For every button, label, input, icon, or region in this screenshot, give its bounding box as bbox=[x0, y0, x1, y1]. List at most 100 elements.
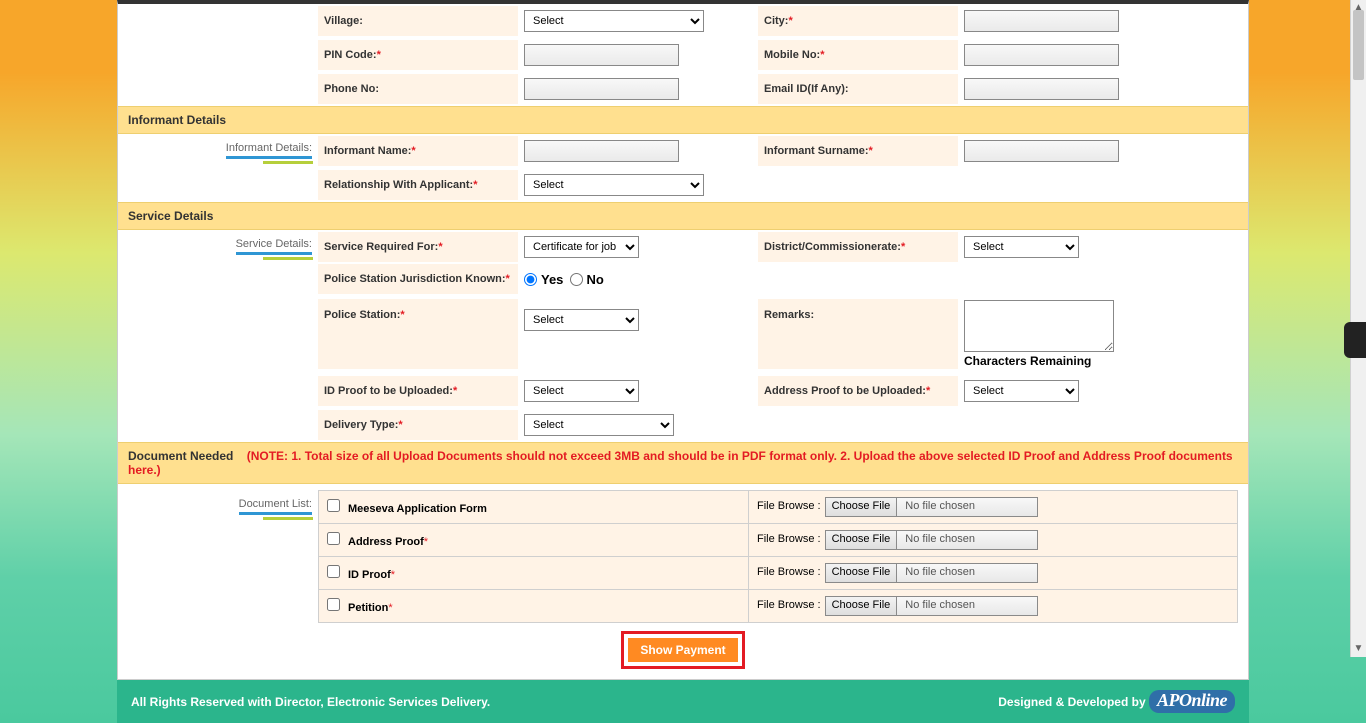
informant-block: Informant Details: Informant Name:* Info… bbox=[128, 134, 1238, 202]
relationship-select[interactable]: Select bbox=[524, 174, 704, 196]
doc-label: Meeseva Application Form bbox=[348, 503, 487, 515]
police-station-select[interactable]: Select bbox=[524, 309, 639, 331]
pin-label: PIN Code:* bbox=[318, 40, 518, 70]
jurisdiction-no-label: No bbox=[587, 272, 604, 287]
informant-name-input[interactable] bbox=[524, 140, 679, 162]
file-input[interactable]: Choose FileNo file chosen bbox=[825, 563, 1039, 583]
jurisdiction-radio-group: Yes No bbox=[518, 264, 758, 294]
doc-file-cell: File Browse : Choose FileNo file chosen bbox=[749, 491, 1238, 524]
address-block: Village: Select City:* PIN Code:* Mobile… bbox=[128, 4, 1238, 106]
mobile-label: Mobile No:* bbox=[758, 40, 958, 70]
file-browse-label: File Browse : bbox=[757, 533, 821, 545]
show-payment-highlight: Show Payment bbox=[621, 631, 744, 669]
doc-checkbox[interactable] bbox=[327, 499, 340, 512]
doc-label: Address Proof bbox=[348, 536, 424, 548]
email-label: Email ID(If Any): bbox=[758, 74, 958, 104]
informant-grid: Informant Name:* Informant Surname:* Rel… bbox=[318, 134, 1238, 202]
doc-label: Petition bbox=[348, 602, 388, 614]
addr-proof-select[interactable]: Select bbox=[964, 380, 1079, 402]
doc-label-cell: Petition* bbox=[319, 590, 749, 623]
document-side-label: Document List: bbox=[128, 490, 318, 623]
relationship-label: Relationship With Applicant:* bbox=[318, 170, 518, 200]
district-select[interactable]: Select bbox=[964, 236, 1079, 258]
table-row: Address Proof* File Browse : Choose FileNo… bbox=[319, 524, 1238, 557]
phone-input[interactable] bbox=[524, 78, 679, 100]
required-star: * bbox=[424, 536, 428, 548]
scroll-thumb[interactable] bbox=[1353, 10, 1364, 80]
informant-surname-label: Informant Surname:* bbox=[758, 136, 958, 166]
jurisdiction-yes-label: Yes bbox=[541, 272, 563, 287]
document-block: Document List: Meeseva Application Form F… bbox=[128, 484, 1238, 623]
addr-proof-label: Address Proof to be Uploaded:* bbox=[758, 376, 958, 406]
file-browse-label: File Browse : bbox=[757, 599, 821, 611]
choose-file-button[interactable]: Choose File bbox=[826, 564, 898, 582]
doc-label-cell: ID Proof* bbox=[319, 557, 749, 590]
police-station-label: Police Station:* bbox=[318, 299, 518, 369]
doc-label-cell: Address Proof* bbox=[319, 524, 749, 557]
required-for-select[interactable]: Certificate for job bbox=[524, 236, 639, 258]
village-label: Village: bbox=[318, 6, 518, 36]
side-feedback-tab[interactable] bbox=[1344, 322, 1366, 358]
informant-section-header: Informant Details bbox=[118, 106, 1248, 134]
informant-name-label: Informant Name:* bbox=[318, 136, 518, 166]
document-note: (NOTE: 1. Total size of all Upload Docum… bbox=[128, 449, 1233, 477]
file-name-text: No file chosen bbox=[897, 564, 1037, 582]
choose-file-button[interactable]: Choose File bbox=[826, 597, 898, 615]
doc-file-cell: File Browse : Choose FileNo file chosen bbox=[749, 524, 1238, 557]
aponline-logo: APOnline bbox=[1149, 690, 1235, 713]
table-row: Meeseva Application Form File Browse : Cho… bbox=[319, 491, 1238, 524]
file-name-text: No file chosen bbox=[897, 531, 1037, 549]
delivery-label: Delivery Type:* bbox=[318, 410, 518, 440]
content-area: Village: Select City:* PIN Code:* Mobile… bbox=[118, 4, 1248, 679]
scroll-down-arrow[interactable]: ▼ bbox=[1351, 641, 1366, 657]
required-star: * bbox=[388, 602, 392, 614]
service-grid: Service Required For:* Certificate for j… bbox=[318, 230, 1238, 442]
file-browse-label: File Browse : bbox=[757, 500, 821, 512]
remarks-label: Remarks: bbox=[758, 299, 958, 369]
jurisdiction-no-radio[interactable] bbox=[570, 273, 583, 286]
village-select[interactable]: Select bbox=[524, 10, 704, 32]
file-name-text: No file chosen bbox=[897, 597, 1037, 615]
document-section-header: Document Needed (NOTE: 1. Total size of … bbox=[118, 442, 1248, 484]
table-row: Petition* File Browse : Choose FileNo file… bbox=[319, 590, 1238, 623]
city-input[interactable] bbox=[964, 10, 1119, 32]
mobile-input[interactable] bbox=[964, 44, 1119, 66]
footer-right: Designed & Developed by APOnline bbox=[998, 690, 1235, 713]
required-star: * bbox=[391, 569, 395, 581]
file-name-text: No file chosen bbox=[897, 498, 1037, 516]
file-browse-label: File Browse : bbox=[757, 566, 821, 578]
doc-file-cell: File Browse : Choose FileNo file chosen bbox=[749, 590, 1238, 623]
remarks-textarea[interactable] bbox=[964, 300, 1114, 352]
service-side-label: Service Details: bbox=[128, 230, 318, 442]
doc-checkbox[interactable] bbox=[327, 565, 340, 578]
show-payment-wrap: Show Payment bbox=[128, 623, 1238, 675]
service-block: Service Details: Service Required For:* … bbox=[128, 230, 1238, 442]
jurisdiction-yes-radio[interactable] bbox=[524, 273, 537, 286]
address-grid: Village: Select City:* PIN Code:* Mobile… bbox=[318, 4, 1238, 106]
delivery-select[interactable]: Select bbox=[524, 414, 674, 436]
show-payment-button[interactable]: Show Payment bbox=[627, 637, 738, 663]
pin-input[interactable] bbox=[524, 44, 679, 66]
service-section-header: Service Details bbox=[118, 202, 1248, 230]
doc-checkbox[interactable] bbox=[327, 532, 340, 545]
file-input[interactable]: Choose FileNo file chosen bbox=[825, 497, 1039, 517]
email-input[interactable] bbox=[964, 78, 1119, 100]
district-label: District/Commissionerate:* bbox=[758, 232, 958, 262]
doc-label-cell: Meeseva Application Form bbox=[319, 491, 749, 524]
informant-side-label: Informant Details: bbox=[128, 134, 318, 202]
choose-file-button[interactable]: Choose File bbox=[826, 531, 898, 549]
document-table: Meeseva Application Form File Browse : Cho… bbox=[318, 490, 1238, 623]
choose-file-button[interactable]: Choose File bbox=[826, 498, 898, 516]
informant-surname-input[interactable] bbox=[964, 140, 1119, 162]
id-proof-label: ID Proof to be Uploaded:* bbox=[318, 376, 518, 406]
footer-right-prefix: Designed & Developed by bbox=[998, 695, 1145, 709]
city-label: City:* bbox=[758, 6, 958, 36]
doc-checkbox[interactable] bbox=[327, 598, 340, 611]
page-container: Village: Select City:* PIN Code:* Mobile… bbox=[117, 0, 1249, 680]
file-input[interactable]: Choose FileNo file chosen bbox=[825, 530, 1039, 550]
file-input[interactable]: Choose FileNo file chosen bbox=[825, 596, 1039, 616]
phone-label: Phone No: bbox=[318, 74, 518, 104]
footer: All Rights Reserved with Director, Elect… bbox=[117, 680, 1249, 723]
id-proof-select[interactable]: Select bbox=[524, 380, 639, 402]
footer-left-text: All Rights Reserved with Director, Elect… bbox=[131, 695, 490, 709]
